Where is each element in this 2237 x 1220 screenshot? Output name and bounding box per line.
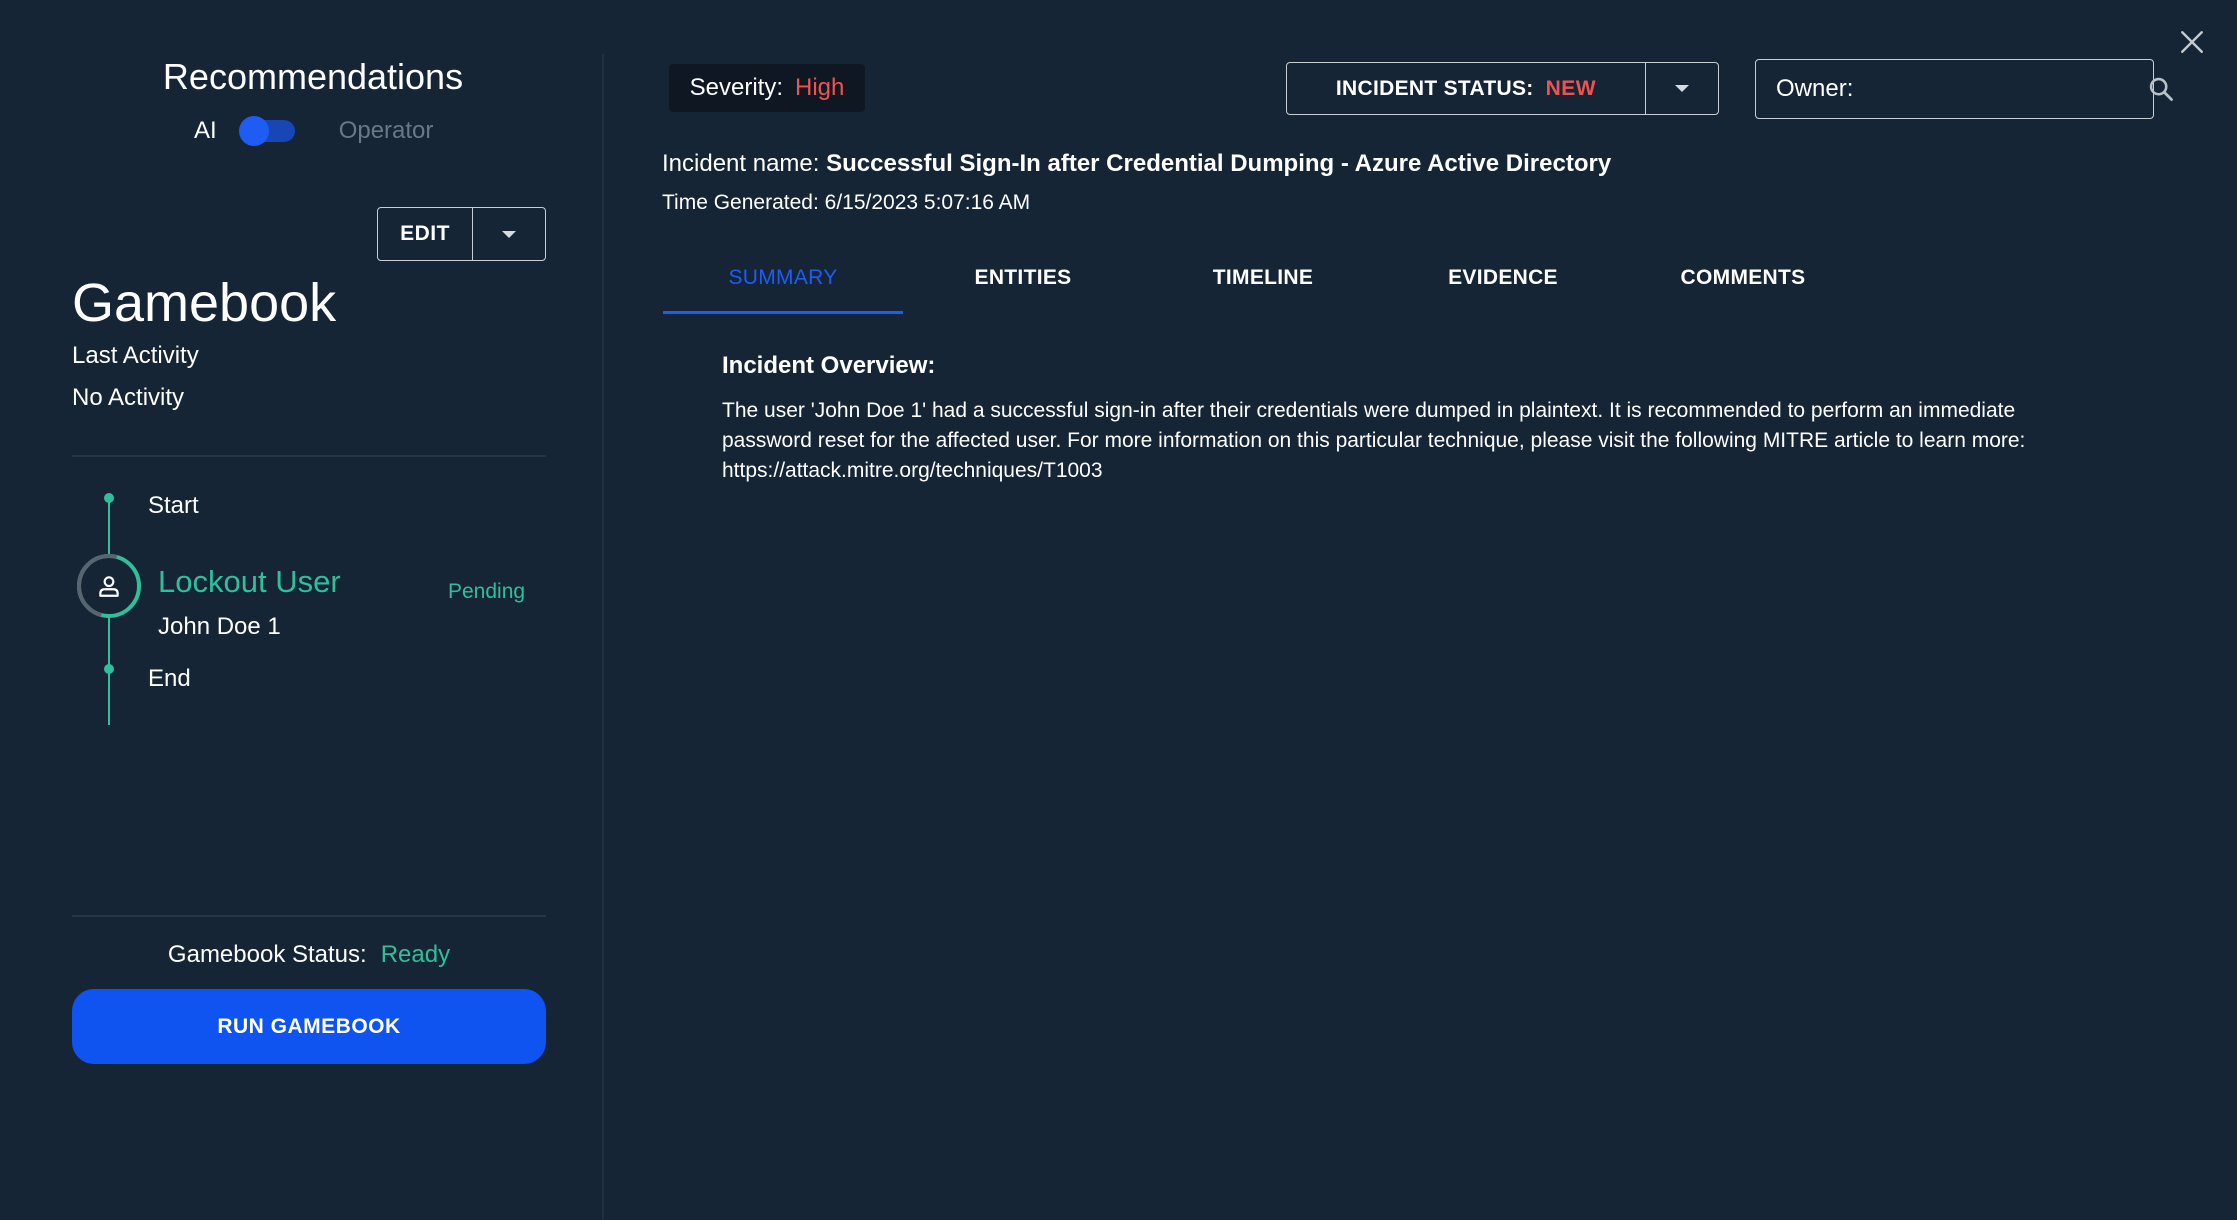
toggle-knob <box>238 116 269 146</box>
severity-value: High <box>795 74 845 101</box>
chevron-down-icon <box>502 230 516 238</box>
step-title-lockout-user[interactable]: Lockout User <box>158 564 341 600</box>
gamebook-title: Gamebook <box>72 273 337 333</box>
timeline-end-dot <box>104 664 114 674</box>
owner-search-field: Owner: <box>1755 59 2174 119</box>
edit-split-button: EDIT <box>377 207 546 261</box>
incident-status-dropdown-button[interactable] <box>1645 63 1718 114</box>
gamebook-status-label: Gamebook Status: <box>167 941 367 968</box>
severity-badge: Severity: High <box>669 64 865 112</box>
incident-name-value: Successful Sign-In after Credential Dump… <box>826 150 1612 177</box>
incident-status-button[interactable]: INCIDENT STATUS: NEW <box>1287 63 1645 114</box>
timeline-start-label: Start <box>148 492 199 519</box>
incident-name: Incident name: Successful Sign-In after … <box>662 150 1611 178</box>
incident-name-label: Incident name: <box>662 150 820 177</box>
panel-divider <box>602 54 604 1220</box>
recommendations-panel: Recommendations AI Operator EDIT Gameboo… <box>0 0 602 1220</box>
timeline-end-label: End <box>148 665 191 692</box>
last-activity-label: Last Activity <box>72 342 199 369</box>
toggle-label-operator: Operator <box>338 117 434 144</box>
incident-overview-text: The user 'John Doe 1' had a successful s… <box>722 399 2026 482</box>
severity-label: Severity: <box>689 74 783 101</box>
incident-detail-window: Recommendations AI Operator EDIT Gameboo… <box>0 0 2237 1220</box>
divider <box>72 455 546 457</box>
ai-operator-toggle[interactable] <box>238 116 295 146</box>
recommendations-title: Recommendations <box>162 56 464 97</box>
incident-status-label: INCIDENT STATUS: <box>1335 76 1534 100</box>
timeline-start-dot <box>104 493 114 503</box>
chevron-down-icon <box>1675 85 1689 92</box>
edit-dropdown-button[interactable] <box>472 208 545 260</box>
time-generated-label: Time Generated: <box>662 191 819 214</box>
last-activity-value: No Activity <box>72 384 185 411</box>
tab-comments[interactable]: COMMENTS <box>1623 256 1863 314</box>
tab-summary[interactable]: SUMMARY <box>663 256 903 314</box>
owner-search-button[interactable] <box>2147 69 2175 109</box>
owner-input[interactable] <box>1859 69 2148 109</box>
run-gamebook-button[interactable]: RUN GAMEBOOK <box>72 989 546 1064</box>
user-icon <box>99 576 119 597</box>
toggle-label-ai: AI <box>194 117 217 144</box>
incident-status-value: NEW <box>1545 76 1597 100</box>
time-generated: Time Generated: 6/15/2023 5:07:16 AM <box>662 191 1030 215</box>
tab-timeline[interactable]: TIMELINE <box>1143 256 1383 314</box>
search-icon <box>2150 77 2174 101</box>
time-generated-value: 6/15/2023 5:07:16 AM <box>824 191 1031 214</box>
step-status-badge: Pending <box>448 580 526 603</box>
gamebook-status-value: Ready <box>380 941 451 968</box>
close-icon <box>2181 31 2203 53</box>
incident-overview-title: Incident Overview: <box>722 352 936 379</box>
edit-button[interactable]: EDIT <box>378 208 472 260</box>
owner-label: Owner: <box>1776 75 1854 102</box>
step-target: John Doe 1 <box>158 613 281 640</box>
recommendation-mode-toggle-row: AI Operator <box>194 116 433 146</box>
incident-status-split-button: INCIDENT STATUS: NEW <box>1286 62 1719 115</box>
incident-tabs: SUMMARY ENTITIES TIMELINE EVIDENCE COMME… <box>663 256 1863 314</box>
close-button[interactable] <box>2174 24 2210 60</box>
tab-entities[interactable]: ENTITIES <box>903 256 1143 314</box>
gamebook-status-row: Gamebook Status: Ready <box>0 941 618 969</box>
tab-evidence[interactable]: EVIDENCE <box>1383 256 1623 314</box>
lockout-user-step-icon[interactable] <box>77 554 141 618</box>
divider <box>72 915 546 917</box>
